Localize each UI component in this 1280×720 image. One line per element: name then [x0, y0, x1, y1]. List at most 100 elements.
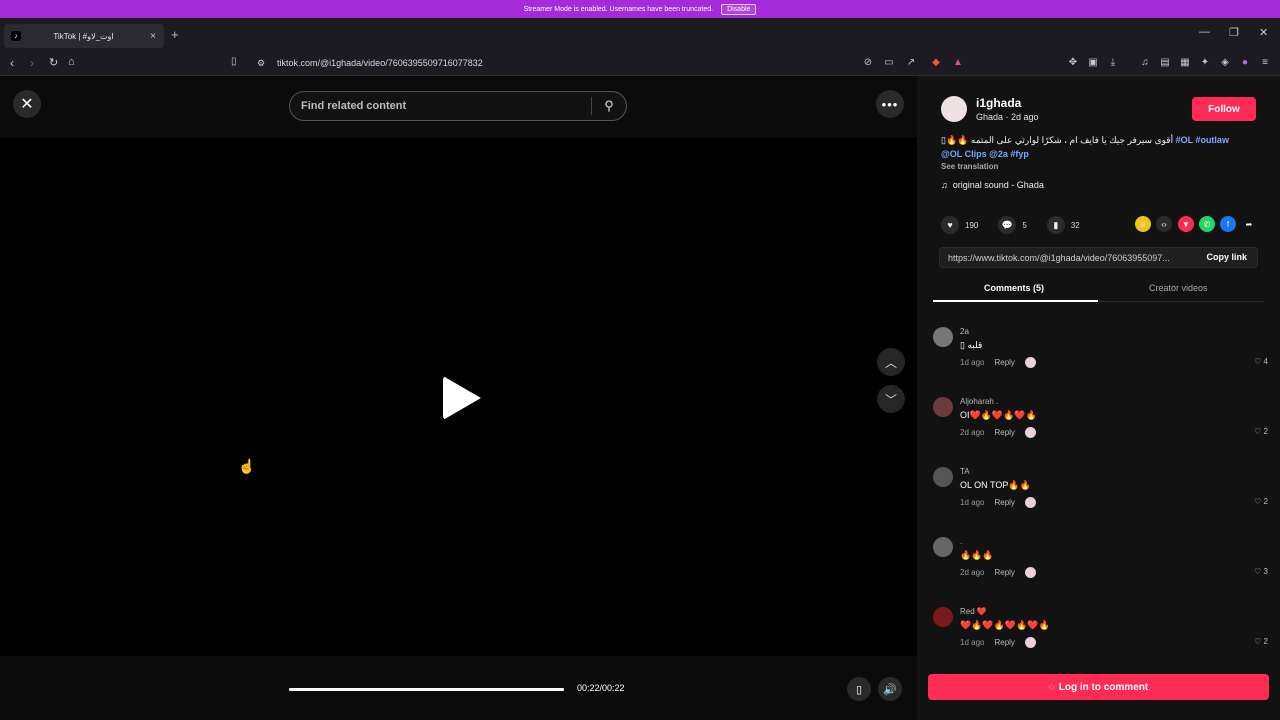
- previous-video-button[interactable]: ︿: [877, 348, 905, 376]
- leo-icon[interactable]: ✦: [1199, 57, 1211, 69]
- comment-count: 5: [1022, 220, 1027, 230]
- tab-comments[interactable]: Comments (5): [984, 283, 1044, 293]
- forward-icon[interactable]: ›: [30, 56, 34, 70]
- commenter-avatar[interactable]: [933, 467, 953, 487]
- reply-button[interactable]: Reply: [994, 568, 1014, 577]
- sound-name: original sound - Ghada: [952, 180, 1044, 190]
- like-button[interactable]: ♥: [941, 216, 959, 234]
- share-link[interactable]: https://www.tiktok.com/@i1ghada/video/76…: [948, 253, 1190, 263]
- more-options-button[interactable]: •••: [876, 90, 904, 118]
- whatsapp-icon[interactable]: ✆: [1199, 216, 1215, 232]
- screenshot-icon[interactable]: ▣: [1087, 57, 1099, 69]
- author-username[interactable]: i1ghada: [976, 96, 1021, 110]
- reload-icon[interactable]: ↻: [49, 56, 58, 69]
- comment-like-button[interactable]: ♡ 2: [1254, 497, 1268, 506]
- comment-like-button[interactable]: ♡ 2: [1254, 427, 1268, 436]
- save-button[interactable]: ▮: [1046, 216, 1065, 234]
- see-translation-link[interactable]: See translation: [941, 162, 998, 171]
- comment-text: OL ON TOP🔥🔥: [960, 480, 1031, 490]
- comment-meta: 1d ago Reply: [960, 497, 1036, 508]
- restore-icon[interactable]: ❐: [1229, 26, 1239, 39]
- reply-button[interactable]: Reply: [994, 358, 1014, 367]
- commenter-avatar[interactable]: [933, 327, 953, 347]
- comment-icon: 💬: [1001, 219, 1013, 230]
- commenter-name[interactable]: Red ❤️: [960, 607, 987, 616]
- search-input[interactable]: Find related content: [290, 100, 591, 112]
- follow-button[interactable]: Follow: [1192, 97, 1256, 121]
- brave-shield-icon[interactable]: ◆: [930, 57, 942, 69]
- reply-button[interactable]: Reply: [994, 638, 1014, 647]
- comment-like-button[interactable]: ♡ 2: [1254, 637, 1268, 646]
- commenter-avatar[interactable]: [933, 537, 953, 557]
- comment-like-button[interactable]: ♡ 3: [1254, 567, 1268, 576]
- share-page-icon[interactable]: ↗: [905, 57, 917, 69]
- rewards-icon[interactable]: ▲: [952, 57, 964, 69]
- commenter-name[interactable]: TA: [960, 467, 970, 476]
- mini-player-button[interactable]: ▯: [847, 677, 871, 701]
- next-video-button[interactable]: ﹀: [877, 385, 905, 413]
- comment-time: 1d ago: [960, 498, 985, 507]
- commenter-name[interactable]: .: [960, 537, 962, 546]
- login-to-comment-button[interactable]: ◌ Log in to comment: [928, 674, 1269, 700]
- author-avatar[interactable]: [941, 96, 967, 122]
- emoji-share-icon[interactable]: ☺: [1135, 216, 1151, 232]
- wallet-icon[interactable]: ▦: [1179, 57, 1191, 69]
- send-icon[interactable]: ▼: [1178, 216, 1194, 232]
- share-arrow-icon[interactable]: ➦: [1241, 216, 1257, 232]
- embed-icon[interactable]: ‹›: [1156, 216, 1172, 232]
- site-info-icon[interactable]: ⚙: [257, 58, 265, 69]
- comment-button[interactable]: 💬: [998, 216, 1017, 234]
- caption-tags[interactable]: #OL #outlaw: [1176, 135, 1229, 145]
- cast-icon[interactable]: ▭: [883, 57, 895, 69]
- bookmark-icon[interactable]: ▯: [231, 56, 237, 67]
- back-icon[interactable]: ‹: [10, 56, 14, 70]
- no-tracking-icon[interactable]: ⊘: [862, 57, 874, 69]
- commenter-name[interactable]: 2a: [960, 327, 969, 336]
- browser-tab[interactable]: ♪ TikTok | #اوت_لاو ×: [4, 24, 164, 48]
- tiktok-icon: ♪: [11, 31, 21, 41]
- media-icon[interactable]: ♫: [1139, 57, 1151, 69]
- copy-link-button[interactable]: Copy link: [1206, 252, 1247, 262]
- tab-creator-videos[interactable]: Creator videos: [1149, 283, 1208, 293]
- home-icon[interactable]: ⌂: [68, 56, 75, 68]
- video-top-bar: ✕ Find related content ⚲ •••: [0, 76, 917, 138]
- progress-bar[interactable]: [289, 688, 564, 691]
- comment-item: Red ❤️ ❤️🔥❤️🔥❤️🔥❤️🔥 1d ago Reply ♡ 2: [933, 607, 1268, 671]
- download-icon[interactable]: ⤓: [1107, 57, 1119, 69]
- disable-streamer-mode-button[interactable]: Disable: [721, 3, 757, 15]
- like-count: 190: [965, 220, 979, 230]
- video-player[interactable]: ✕ Find related content ⚲ ••• ︿ ﹀ ☝ 00:22…: [0, 76, 917, 720]
- creator-liked-icon: [1024, 357, 1036, 368]
- reply-button[interactable]: Reply: [994, 428, 1014, 437]
- reply-button[interactable]: Reply: [994, 498, 1014, 507]
- chevron-down-icon: ﹀: [884, 392, 897, 407]
- new-tab-icon[interactable]: +: [171, 27, 179, 42]
- comment-like-button[interactable]: ♡ 4: [1254, 357, 1268, 366]
- caption-mentions[interactable]: @OL Clips @2a #fyp: [941, 149, 1029, 159]
- extensions-icon[interactable]: ✥: [1067, 57, 1079, 69]
- comment-like-count: 4: [1263, 357, 1268, 366]
- hand-cursor-icon: ☝: [238, 458, 256, 474]
- sound-link[interactable]: ♫ original sound - Ghada: [941, 180, 1044, 190]
- profile-icon[interactable]: ●: [1239, 57, 1251, 69]
- close-video-button[interactable]: ✕: [13, 90, 41, 118]
- comment-item: Aljoharah . OI❤️🔥❤️🔥❤️🔥 2d ago Reply ♡ 2: [933, 397, 1268, 461]
- comment-time: 1d ago: [960, 638, 985, 647]
- play-icon[interactable]: [443, 376, 481, 420]
- vpn-icon[interactable]: ◈: [1219, 57, 1231, 69]
- menu-icon[interactable]: ≡: [1259, 57, 1271, 69]
- commenter-avatar[interactable]: [933, 397, 953, 417]
- window-close-icon[interactable]: ✕: [1259, 26, 1268, 39]
- commenter-name[interactable]: Aljoharah .: [960, 397, 998, 406]
- search-icon[interactable]: ⚲: [592, 98, 626, 114]
- commenter-avatar[interactable]: [933, 607, 953, 627]
- search-bar[interactable]: Find related content ⚲: [289, 91, 627, 121]
- close-tab-icon[interactable]: ×: [146, 31, 160, 42]
- facebook-icon[interactable]: f: [1220, 216, 1236, 232]
- minimize-icon[interactable]: —: [1199, 26, 1210, 38]
- comment-bubble-icon: ◌: [1048, 681, 1055, 693]
- sidebar-icon[interactable]: ▤: [1159, 57, 1171, 69]
- url-field[interactable]: tiktok.com/@i1ghada/video/76063955097160…: [277, 58, 483, 68]
- video-controls: 00:22/00:22 ▯ 🔊: [0, 656, 917, 720]
- volume-button[interactable]: 🔊: [878, 677, 902, 701]
